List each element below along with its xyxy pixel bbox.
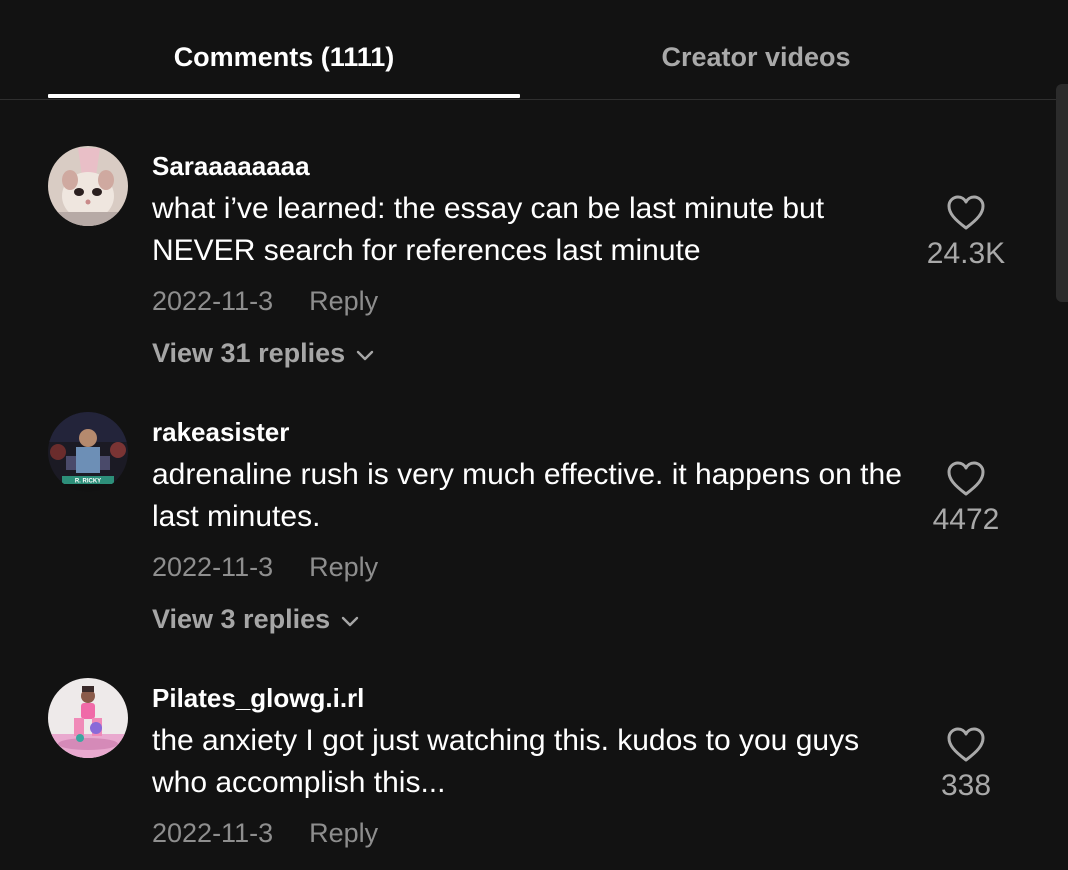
avatar[interactable] bbox=[48, 678, 128, 758]
like-area: 24.3K bbox=[916, 194, 1016, 272]
tab-creator-videos[interactable]: Creator videos bbox=[520, 40, 992, 74]
comment-username[interactable]: rakeasister bbox=[152, 416, 289, 448]
like-count: 4472 bbox=[932, 503, 1000, 536]
tab-comments[interactable]: Comments (1111) bbox=[48, 40, 520, 74]
comment-text: adrenaline rush is very much effective. … bbox=[152, 458, 902, 533]
like-count: 338 bbox=[940, 769, 992, 802]
scrollbar[interactable] bbox=[1056, 84, 1068, 302]
reply-button[interactable]: Reply bbox=[309, 552, 378, 582]
comment-meta: 2022-11-3 Reply bbox=[152, 816, 378, 850]
avatar[interactable] bbox=[48, 146, 128, 226]
view-replies-label: View 31 replies bbox=[152, 338, 346, 368]
comment-text: the anxiety I got just watching this. ku… bbox=[152, 724, 860, 799]
heart-icon[interactable] bbox=[946, 194, 986, 232]
comment-text: what i’ve learned: the essay can be last… bbox=[152, 192, 825, 267]
reply-button[interactable]: Reply bbox=[309, 818, 378, 848]
pilates-photo-avatar-icon bbox=[48, 678, 128, 758]
view-replies-button[interactable]: View 31 replies bbox=[152, 336, 375, 370]
like-area: 4472 bbox=[916, 460, 1016, 538]
chevron-down-icon bbox=[340, 602, 360, 636]
chevron-down-icon bbox=[355, 336, 375, 370]
stage-photo-avatar-icon: R. RICKY bbox=[48, 412, 128, 492]
view-replies-label: View 3 replies bbox=[152, 604, 331, 634]
comment-meta: 2022-11-3 Reply bbox=[152, 284, 378, 318]
cat-photo-avatar-icon bbox=[48, 146, 128, 226]
avatar[interactable]: R. RICKY bbox=[48, 412, 128, 492]
view-replies-button[interactable]: View 3 replies bbox=[152, 602, 360, 636]
reply-button[interactable]: Reply bbox=[309, 286, 378, 316]
heart-icon[interactable] bbox=[946, 726, 986, 764]
comment-date: 2022-11-3 bbox=[152, 818, 274, 848]
like-area: 338 bbox=[916, 726, 1016, 804]
comment-date: 2022-11-3 bbox=[152, 286, 274, 316]
heart-icon[interactable] bbox=[946, 460, 986, 498]
like-count: 24.3K bbox=[926, 237, 1006, 270]
comment-username[interactable]: Saraaaaaaaa bbox=[152, 150, 310, 182]
active-tab-indicator bbox=[48, 94, 520, 98]
comment-date: 2022-11-3 bbox=[152, 552, 274, 582]
comment-username[interactable]: Pilates_glowg.i.rl bbox=[152, 682, 364, 714]
avatar-caption: R. RICKY bbox=[75, 479, 101, 485]
tab-bar: Comments (1111) Creator videos bbox=[0, 0, 1068, 100]
comment-meta: 2022-11-3 Reply bbox=[152, 550, 378, 584]
